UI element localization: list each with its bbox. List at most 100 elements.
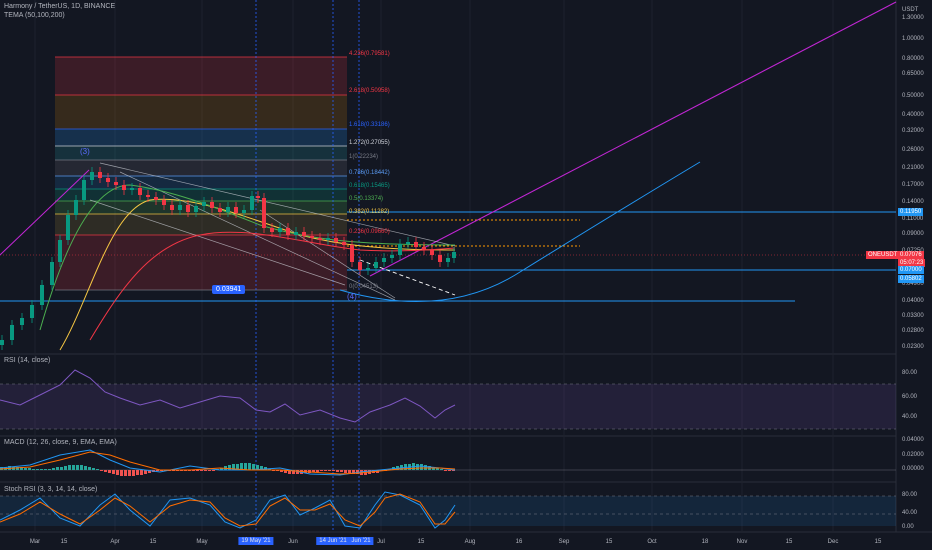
date-label: 15 (60, 539, 68, 545)
candle-body (82, 180, 86, 200)
macd-bar (96, 469, 99, 470)
candle-body (210, 202, 214, 208)
candle-body (358, 262, 362, 270)
fib-level-label: 1.618(0.33186) (349, 122, 390, 128)
tema-indicator-label[interactable]: TEMA (50,100,200) (4, 12, 65, 19)
candle-body (138, 188, 142, 195)
price-tick: 0.02300 (902, 344, 924, 350)
macd-bar (344, 470, 347, 473)
candle-body (342, 242, 346, 245)
date-label: Mar (29, 539, 41, 545)
candle-body (302, 232, 306, 236)
candle-body (218, 208, 222, 212)
macd-bar (32, 469, 35, 470)
date-label: Apr (110, 539, 120, 545)
macd-title[interactable]: MACD (12, 26, close, 9, EMA, EMA) (4, 439, 117, 446)
price-tick: 1.00000 (902, 36, 924, 42)
candle-body (40, 285, 44, 305)
date-label: Jun (288, 539, 298, 545)
macd-tick-1: 0.02000 (902, 452, 924, 458)
macd-bar (124, 470, 127, 476)
rsi-tick-40: 40.00 (902, 414, 918, 420)
date-label: 15 (874, 539, 882, 545)
candle-body (430, 250, 434, 255)
candle-body (178, 205, 182, 210)
price-tick: 0.04000 (902, 298, 924, 304)
candle-body (74, 200, 78, 215)
macd-bar (128, 470, 131, 476)
wave-label-3: (3) (80, 147, 90, 156)
price-tick: 1.30000 (902, 15, 924, 21)
date-highlight-jun2: Jun '21 (348, 537, 374, 545)
date-label: Sep (558, 539, 570, 545)
macd-bar (328, 470, 331, 471)
macd-bar (196, 470, 199, 471)
candle-body (66, 215, 70, 240)
macd-bar (100, 470, 103, 471)
fib-level-label: 0(0.04513) (349, 284, 379, 290)
candle-body (250, 196, 254, 210)
candle-body (326, 238, 330, 240)
macd-bar (120, 470, 123, 476)
macd-bar (244, 463, 247, 470)
macd-bar (44, 469, 47, 470)
fib-level-label: 1.272(0.27055) (349, 140, 390, 146)
candle-body (350, 245, 354, 262)
macd-bar (28, 468, 31, 470)
candle-body (414, 242, 418, 247)
macd-line (0, 449, 456, 476)
candle-body (270, 228, 274, 232)
date-label: May (196, 539, 208, 545)
macd-bar (348, 470, 351, 473)
candle-body (58, 240, 62, 262)
date-label: Dec (827, 539, 839, 545)
candle-body (318, 238, 322, 240)
trendline-breakout (369, 1, 897, 277)
stoch-title[interactable]: Stoch RSI (3, 3, 14, 14, close) (4, 486, 97, 493)
candle-body (202, 202, 206, 206)
macd-bar (444, 470, 447, 471)
macd-bar (208, 470, 211, 471)
fib-level-label: 0.382(0.11282) (349, 209, 390, 215)
macd-bar (136, 470, 139, 475)
macd-bar (212, 470, 215, 471)
macd-bar (332, 470, 335, 471)
chart-canvas[interactable] (0, 0, 932, 550)
date-highlight-may: 19 May '21 (238, 537, 274, 545)
macd-signal (0, 451, 456, 475)
macd-bar (324, 470, 327, 471)
date-label: Jul (377, 539, 385, 545)
candle-body (20, 318, 24, 325)
candle-body (286, 228, 290, 235)
candle-body (154, 197, 158, 200)
macd-bar (116, 470, 119, 475)
date-label: 15 (149, 539, 157, 545)
macd-bar (416, 464, 419, 470)
macd-bar (104, 470, 107, 472)
fib-level-label: 0.236(0.09660) (349, 229, 390, 235)
macd-bar (200, 470, 203, 471)
macd-bar (84, 466, 87, 470)
candle-body (0, 340, 4, 345)
fib-level-label: 0.618(0.15465) (349, 183, 390, 189)
candle-body (334, 238, 338, 242)
rsi-title[interactable]: RSI (14, close) (4, 357, 50, 364)
fib-level-label: 4.236(0.79581) (349, 51, 390, 57)
macd-bar (72, 465, 75, 470)
macd-bar (248, 463, 251, 470)
candle-body (242, 210, 246, 213)
stoch-tick-80: 80.00 (902, 492, 918, 498)
candle-body (446, 258, 450, 262)
date-label: Aug (464, 539, 476, 545)
price-callout[interactable]: 0.03941 (212, 285, 246, 294)
macd-bar (252, 464, 255, 470)
candle-body (186, 205, 190, 212)
symbol-tag: ONEUSDT (866, 251, 900, 259)
macd-bar (448, 470, 451, 471)
macd-bar (320, 470, 323, 471)
fib-level-label: 0.5(0.13374) (349, 196, 384, 202)
price-tick: 0.26000 (902, 147, 924, 153)
candle-body (194, 206, 198, 212)
resistance-price-tag: 0.11950 (898, 208, 924, 216)
rsi-tick-80: 80.00 (902, 370, 918, 376)
